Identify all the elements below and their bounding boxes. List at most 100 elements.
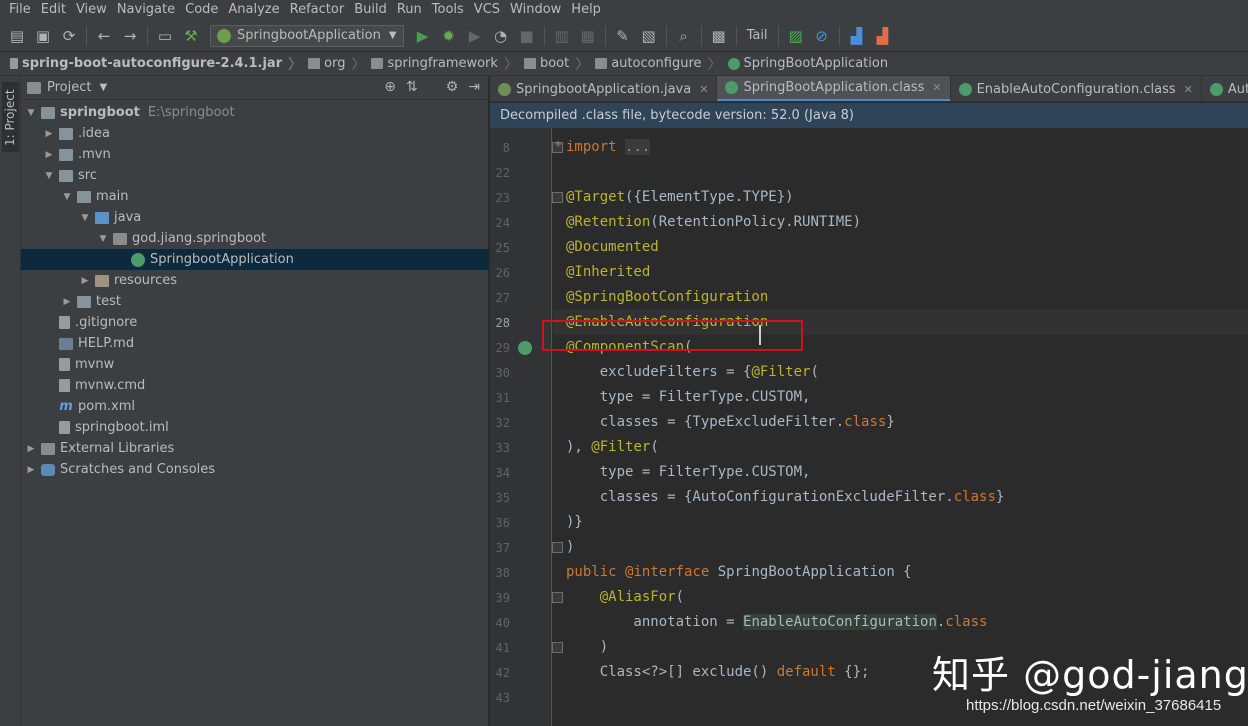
debug-icon[interactable]: ✹	[436, 23, 462, 49]
tree-item[interactable]: ▶ test	[21, 291, 489, 312]
close-icon[interactable]: ✕	[699, 83, 708, 96]
menu-view[interactable]: View	[71, 0, 112, 20]
fold-marker-icon[interactable]	[552, 542, 563, 553]
gradle-icon[interactable]: ▦	[575, 23, 601, 49]
expand-toggle-icon[interactable]: ▼	[97, 234, 109, 244]
sync-icon[interactable]: ⟳	[56, 23, 82, 49]
line-number: 36	[495, 516, 510, 530]
tree-item[interactable]: ▶ resources	[21, 270, 489, 291]
run-icon[interactable]: ▶	[410, 23, 436, 49]
chevron-down-icon[interactable]: ▼	[99, 82, 107, 93]
menu-analyze[interactable]: Analyze	[223, 0, 284, 20]
coverage-icon[interactable]: ▶	[462, 23, 488, 49]
profile-icon[interactable]: ◔	[488, 23, 514, 49]
tree-item[interactable]: mvnw	[21, 354, 489, 375]
fold-marker-icon[interactable]	[552, 642, 563, 653]
tree-item[interactable]: ▶ .mvn	[21, 144, 489, 165]
save-icon[interactable]: ▣	[30, 23, 56, 49]
collapse-icon[interactable]: ⇅	[406, 79, 418, 95]
menu-window[interactable]: Window	[505, 0, 566, 20]
fold-marker-icon[interactable]	[552, 592, 563, 603]
tree-item[interactable]: ▶ .idea	[21, 123, 489, 144]
menu-vcs[interactable]: VCS	[469, 0, 505, 20]
tree-item[interactable]: SpringbootApplication	[21, 249, 489, 270]
menu-tools[interactable]: Tools	[427, 0, 469, 20]
terminal-icon[interactable]: ▩	[706, 23, 732, 49]
tree-item[interactable]: ▼ src	[21, 165, 489, 186]
tree-item[interactable]: ▼ god.jiang.springboot	[21, 228, 489, 249]
tree-item[interactable]: ▼ main	[21, 186, 489, 207]
editor-tab[interactable]: AutoConfigurat	[1202, 76, 1248, 101]
forward-icon[interactable]: →	[117, 23, 143, 49]
breadcrumb-jar[interactable]: spring-boot-autoconfigure-2.4.1.jar 〉	[10, 54, 308, 74]
expand-toggle-icon[interactable]: ▶	[43, 150, 55, 160]
chart-icon[interactable]: ▨	[783, 23, 809, 49]
back-icon[interactable]: ←	[91, 23, 117, 49]
tree-item[interactable]: springboot.iml	[21, 417, 489, 438]
expand-toggle-icon[interactable]: ▶	[25, 444, 37, 454]
menu-help[interactable]: Help	[566, 0, 606, 20]
settings-wrench-icon[interactable]: ✎	[610, 23, 636, 49]
run-configuration-select[interactable]: SpringbootApplication ▼	[210, 24, 404, 47]
menu-code[interactable]: Code	[180, 0, 223, 20]
spring-bean-gutter-icon[interactable]	[518, 341, 532, 355]
editor-tab[interactable]: EnableAutoConfiguration.class ✕	[951, 76, 1202, 101]
code-view[interactable]: 7 8 import ... 22 23 @Target({ElementType.TYP…	[490, 128, 1248, 726]
translate-icon[interactable]: ▟	[844, 23, 870, 49]
expand-toggle-icon[interactable]: ▼	[25, 108, 37, 118]
menu-file[interactable]: File	[4, 0, 36, 20]
expand-toggle-icon[interactable]: ▶	[25, 465, 37, 475]
build-hammer-icon[interactable]: ⚒	[178, 23, 204, 49]
no-icon[interactable]: ⊘	[809, 23, 835, 49]
ant-icon[interactable]: ▥	[549, 23, 575, 49]
tree-item-label: resources	[114, 273, 178, 288]
breadcrumb-package[interactable]: autoconfigure 〉	[595, 54, 727, 74]
file-icon	[59, 421, 70, 434]
expand-toggle-icon[interactable]: ▶	[43, 129, 55, 139]
breadcrumb-class[interactable]: SpringBootApplication	[727, 56, 888, 71]
tree-item[interactable]: ▶ External Libraries	[21, 438, 489, 459]
expand-toggle-icon[interactable]: ▼	[43, 171, 55, 181]
breadcrumb-package[interactable]: org 〉	[308, 54, 371, 74]
expand-toggle-icon[interactable]: ▼	[79, 213, 91, 223]
project-structure-icon[interactable]: ▧	[636, 23, 662, 49]
code-token: type = FilterType.	[566, 464, 752, 480]
code-token: (	[650, 439, 659, 455]
code-token: ({ElementType.TYPE})	[625, 189, 794, 205]
expand-toggle-icon[interactable]: ▶	[61, 297, 73, 307]
tail-button[interactable]: Tail	[741, 28, 774, 43]
close-icon[interactable]: ✕	[1184, 83, 1193, 96]
tree-item[interactable]: ▶ Scratches and Consoles	[21, 459, 489, 480]
tree-item[interactable]: .gitignore	[21, 312, 489, 333]
tree-item[interactable]: ▼ java	[21, 207, 489, 228]
menu-run[interactable]: Run	[392, 0, 427, 20]
stop-icon[interactable]: ■	[514, 23, 540, 49]
tree-item[interactable]: ▼ springboot E:\springboot	[21, 102, 489, 123]
menu-navigate[interactable]: Navigate	[112, 0, 180, 20]
menu-build[interactable]: Build	[349, 0, 392, 20]
fold-marker-icon[interactable]	[552, 192, 563, 203]
menu-refactor[interactable]: Refactor	[285, 0, 350, 20]
translate-alt-icon[interactable]: ▟	[870, 23, 896, 49]
project-view-select[interactable]: Project	[47, 80, 91, 95]
search-icon[interactable]: ⌕	[671, 23, 697, 49]
save-all-icon[interactable]: ▤	[4, 23, 30, 49]
tree-item-label: springboot.iml	[75, 420, 169, 435]
breadcrumb-package[interactable]: boot 〉	[523, 54, 595, 74]
tree-item[interactable]: HELP.md	[21, 333, 489, 354]
tree-item[interactable]: m pom.xml	[21, 396, 489, 417]
menu-edit[interactable]: Edit	[36, 0, 71, 20]
fold-marker-icon[interactable]	[552, 139, 563, 153]
close-icon[interactable]: ✕	[932, 81, 941, 94]
structure-icon[interactable]: ▭	[152, 23, 178, 49]
expand-toggle-icon[interactable]: ▼	[61, 192, 73, 202]
tree-item[interactable]: mvnw.cmd	[21, 375, 489, 396]
editor-tab[interactable]: SpringbootApplication.java ✕	[490, 76, 718, 101]
gear-icon[interactable]: ⚙	[446, 79, 459, 95]
breadcrumb-package[interactable]: springframework 〉	[371, 54, 523, 74]
locate-icon[interactable]: ⊕	[384, 79, 396, 95]
editor-tab[interactable]: SpringBootApplication.class ✕	[717, 76, 951, 101]
project-panel: Project ▼ ⊕ ⇅ ⚙ ⇥ ▼ springboot E:\springbo…	[21, 76, 489, 726]
hide-icon[interactable]: ⇥	[468, 79, 480, 95]
expand-toggle-icon[interactable]: ▶	[79, 276, 91, 286]
